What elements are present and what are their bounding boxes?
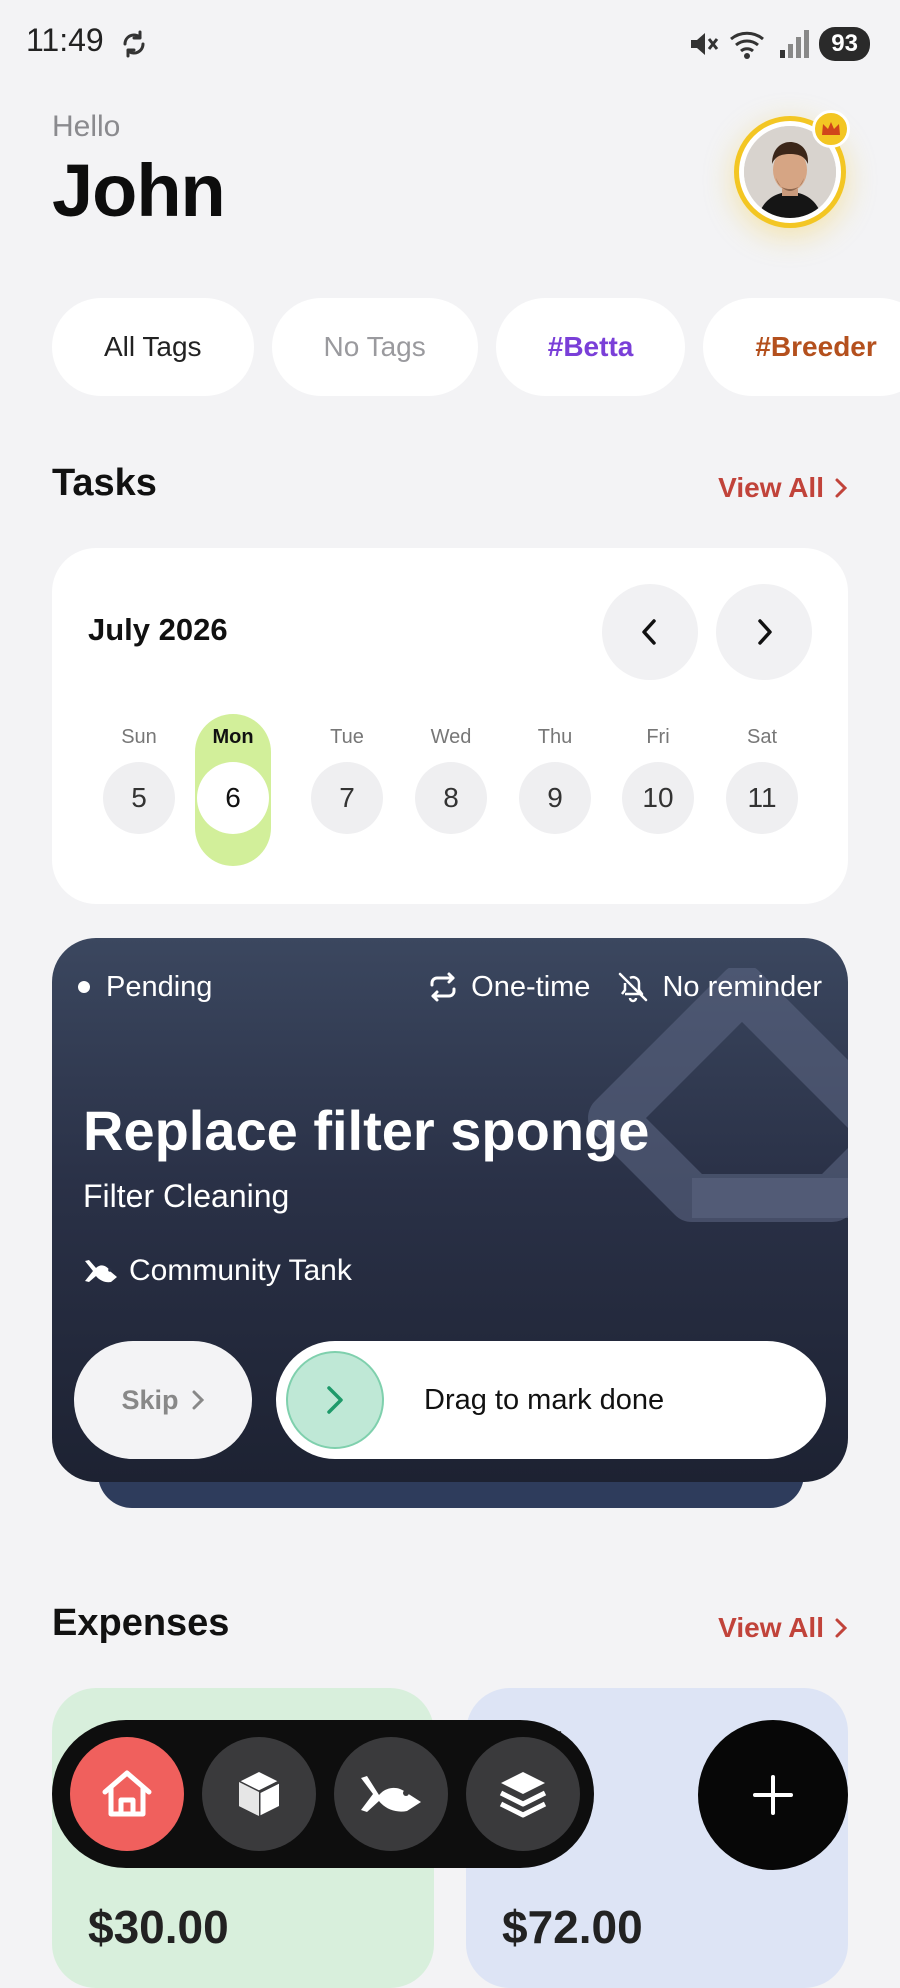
skip-label: Skip (121, 1384, 179, 1415)
tasks-view-all-link[interactable]: View All (718, 472, 848, 504)
drag-label: Drag to mark done (424, 1384, 665, 1416)
drag-to-done-slider[interactable]: Drag to mark done (276, 1341, 826, 1459)
day-number: 8 (415, 762, 487, 834)
plus-icon (753, 1775, 793, 1815)
tag-chip-betta[interactable]: #Betta (495, 298, 686, 396)
task-tank: Community Tank (83, 1254, 352, 1288)
chevron-right-icon (835, 1618, 848, 1638)
fish-icon (361, 1776, 421, 1812)
day-thu[interactable]: Thu 9 (517, 714, 593, 834)
nav-home-button[interactable] (70, 1737, 184, 1851)
signal-icon (780, 30, 810, 58)
day-wed[interactable]: Wed 8 (413, 714, 489, 834)
day-number: 5 (103, 762, 175, 834)
calendar-card: July 2026 Sun 5 Mon 6 Tue 7 Wed 8 Thu 9 … (52, 548, 848, 904)
add-button[interactable] (698, 1720, 848, 1870)
expense-amount: $72.00 (502, 1901, 643, 1953)
day-sun[interactable]: Sun 5 (101, 714, 177, 834)
day-number: 6 (197, 762, 269, 834)
battery-badge: 93 (819, 27, 870, 61)
tag-label: #Breeder (755, 331, 877, 362)
expenses-title: Expenses (52, 1602, 230, 1644)
tag-filter-bar: All Tags No Tags #Betta #Breeder (52, 298, 900, 396)
chevron-right-icon (835, 478, 848, 498)
task-recurrence: One-time (471, 970, 591, 1003)
crown-icon (822, 122, 840, 135)
user-name: John (52, 149, 226, 232)
task-card[interactable]: Pending One-time No reminder Replace fil… (52, 938, 848, 1482)
day-name: Fri (646, 726, 670, 748)
chevron-right-icon (192, 1390, 204, 1410)
expenses-view-all-link[interactable]: View All (718, 1612, 848, 1644)
day-name: Tue (330, 726, 364, 748)
day-sat[interactable]: Sat 11 (724, 714, 800, 834)
day-name: Wed (430, 726, 472, 748)
bell-off-icon (619, 972, 648, 1003)
status-dot (78, 981, 90, 993)
task-category: Filter Cleaning (83, 1178, 290, 1214)
task-reminder: No reminder (662, 970, 822, 1003)
calendar-month: July 2026 (88, 612, 228, 647)
next-month-button[interactable] (716, 584, 812, 680)
tag-label: All Tags (104, 331, 202, 362)
chevron-left-icon (642, 619, 656, 645)
tasks-title: Tasks (52, 462, 157, 504)
sync-icon (123, 30, 145, 58)
day-fri[interactable]: Fri 10 (620, 714, 696, 834)
day-tue[interactable]: Tue 7 (309, 714, 385, 834)
nav-fish-button[interactable] (334, 1737, 448, 1851)
tank-name: Community Tank (129, 1254, 352, 1287)
task-meta-row: Pending One-time No reminder (78, 970, 822, 1004)
status-time: 11:49 (26, 22, 104, 58)
mute-icon (691, 33, 719, 55)
status-icons: 93 (687, 26, 870, 62)
prev-month-button[interactable] (602, 584, 698, 680)
day-number: 10 (622, 762, 694, 834)
box-icon (238, 1772, 280, 1816)
day-name: Mon (212, 726, 254, 748)
nav-layers-button[interactable] (466, 1737, 580, 1851)
nav-equipment-button[interactable] (202, 1737, 316, 1851)
task-title: Replace filter sponge (83, 1099, 650, 1162)
view-all-label: View All (718, 472, 824, 503)
greeting: Hello (52, 110, 121, 143)
tag-chip-none[interactable]: No Tags (271, 298, 478, 396)
bottom-nav (52, 1720, 594, 1868)
fish-icon (85, 1260, 117, 1283)
chevron-right-icon (758, 619, 772, 645)
tag-label: No Tags (323, 331, 426, 362)
view-all-label: View All (718, 1612, 824, 1643)
task-status: Pending (106, 970, 213, 1003)
repeat-icon (430, 972, 456, 1002)
premium-crown-badge (812, 110, 850, 148)
day-name: Sat (746, 726, 778, 748)
day-number: 7 (311, 762, 383, 834)
drag-handle[interactable] (286, 1351, 384, 1449)
tag-chip-all[interactable]: All Tags (52, 298, 254, 396)
day-number: 9 (519, 762, 591, 834)
tag-label: #Betta (547, 331, 634, 362)
tag-chip-breeder[interactable]: #Breeder (703, 298, 900, 396)
wifi-icon (730, 31, 765, 59)
day-name: Thu (537, 726, 573, 748)
chevron-right-icon (327, 1386, 343, 1414)
home-icon (102, 1770, 152, 1817)
expense-amount: $30.00 (88, 1901, 229, 1953)
layers-icon (499, 1772, 547, 1818)
day-number: 11 (726, 762, 798, 834)
day-mon-selected[interactable]: Mon 6 (195, 714, 271, 866)
skip-button[interactable]: Skip (74, 1341, 252, 1459)
day-name: Sun (121, 726, 157, 748)
